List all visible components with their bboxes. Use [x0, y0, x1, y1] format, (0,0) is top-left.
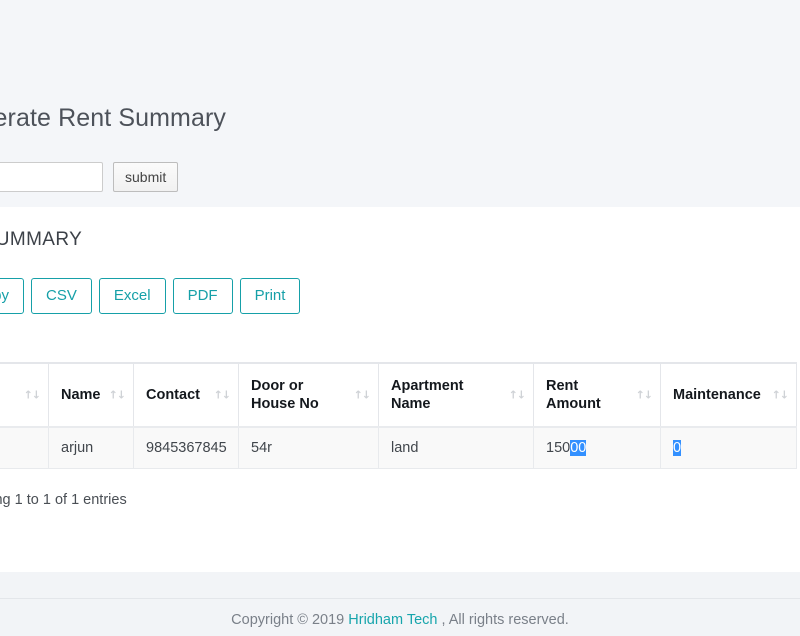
- column-header-name[interactable]: Name ↑↓: [48, 361, 134, 429]
- date-input[interactable]: [0, 162, 103, 192]
- csv-button[interactable]: CSV: [31, 278, 92, 314]
- column-header-rent-amount[interactable]: Rent Amount ↑↓: [533, 361, 661, 429]
- column-label-rent-amount: Rent Amount: [546, 378, 601, 413]
- cell-rent-amount: 15000: [533, 426, 661, 469]
- rent-summary-card: RENT SUMMARY Copy CSV Excel PDF Print: [0, 207, 800, 572]
- column-header-door-no[interactable]: Door or House No ↑↓: [238, 361, 379, 429]
- footer-copyright-prefix: Copyright © 2019: [231, 612, 349, 628]
- sort-arrows-icon: ↑↓: [508, 388, 526, 402]
- sort-arrows-icon: ↑↓: [213, 388, 231, 402]
- sort-arrows-icon: ↑↓: [353, 388, 371, 402]
- rent-amount-selected-text: 00: [570, 440, 587, 456]
- card-title: RENT SUMMARY: [0, 229, 83, 250]
- submit-button[interactable]: submit: [113, 162, 179, 192]
- cell-apartment-name: land: [378, 426, 534, 469]
- sort-arrows-icon: ↑↓: [23, 388, 41, 402]
- footer-copyright: Copyright © 2019 Hridham Tech , All righ…: [0, 612, 800, 628]
- cell-sl-no: [0, 426, 49, 469]
- cell-maintenance: 0: [660, 426, 797, 469]
- excel-button[interactable]: Excel: [98, 278, 166, 314]
- cell-contact: 9845367845: [133, 426, 239, 469]
- column-label-apartment-name: Apartment Name: [391, 378, 464, 413]
- footer-copyright-suffix: , All rights reserved.: [437, 612, 569, 628]
- rent-summary-table-wrapper: SL NO ↑↓ Name ↑↓ Contact ↑↓ Door or Ho: [0, 361, 797, 469]
- column-header-apartment-name[interactable]: Apartment Name ↑↓: [378, 361, 534, 429]
- column-header-sl-no[interactable]: SL NO ↑↓: [0, 361, 49, 429]
- rent-summary-filter-form: submit: [0, 162, 179, 192]
- column-label-door-no: Door or House No: [251, 378, 319, 413]
- page-footer: Copyright © 2019 Hridham Tech , All righ…: [0, 572, 800, 636]
- rent-amount-unselected-text: 150: [546, 440, 571, 456]
- footer-company-link[interactable]: Hridham Tech: [348, 612, 437, 628]
- cell-name: arjun: [48, 426, 134, 469]
- table-info-text: Showing 1 to 1 of 1 entries: [0, 492, 127, 508]
- rent-summary-table: SL NO ↑↓ Name ↑↓ Contact ↑↓ Door or Ho: [0, 361, 797, 469]
- page-header-region: Generate Rent Summary submit: [0, 0, 800, 207]
- page-title: Generate Rent Summary: [0, 104, 226, 132]
- footer-divider: [0, 598, 800, 599]
- table-header-row: SL NO ↑↓ Name ↑↓ Contact ↑↓ Door or Ho: [0, 361, 797, 429]
- print-button[interactable]: Print: [239, 278, 301, 314]
- column-header-maintenance[interactable]: Maintenance ↑↓: [660, 361, 797, 429]
- copy-button[interactable]: Copy: [0, 278, 25, 314]
- sort-arrows-icon: ↑↓: [108, 388, 126, 402]
- pdf-button[interactable]: PDF: [172, 278, 233, 314]
- datatable-export-buttons: Copy CSV Excel PDF Print: [0, 278, 301, 314]
- maintenance-selected-text: 0: [673, 440, 682, 456]
- column-label-maintenance: Maintenance: [673, 387, 761, 404]
- column-header-contact[interactable]: Contact ↑↓: [133, 361, 239, 429]
- sort-arrows-icon: ↑↓: [771, 388, 789, 402]
- table-row[interactable]: arjun 9845367845 54r land 15000 0: [0, 426, 797, 469]
- sort-arrows-icon: ↑↓: [635, 388, 653, 402]
- cell-door-no: 54r: [238, 426, 379, 469]
- app-page: Generate Rent Summary submit RENT SUMMAR…: [0, 0, 800, 636]
